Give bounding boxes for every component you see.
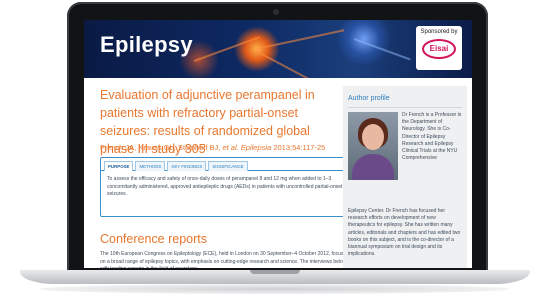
author-portrait [348, 112, 398, 180]
citation: 2013;54:117-25 [273, 143, 326, 152]
tab-purpose[interactable]: PURPOSE [104, 161, 134, 171]
journal-banner: Epilepsy Sponsored by Eisai [84, 20, 472, 78]
conference-reports-heading: Conference reports [100, 232, 208, 246]
conference-reports-text: The 10th European Congress on Epileptolo… [100, 251, 350, 268]
abstract-panel: PURPOSE METHODS KEY FINDINGS SIGNIFICANC… [100, 157, 348, 217]
author-profile-heading: Author profile [348, 95, 390, 102]
portrait-body [352, 154, 394, 180]
tab-methods[interactable]: METHODS [135, 161, 166, 171]
journal-name: Epilepsia [240, 143, 272, 152]
laptop-screen: Epilepsy Sponsored by Eisai Evaluation o… [84, 20, 472, 268]
tab-significance[interactable]: SIGNIFICANCE [208, 161, 248, 171]
laptop-notch [250, 270, 300, 274]
sidebar-divider [348, 107, 462, 108]
author-bio-top: Dr French is a Professor in the Departme… [402, 112, 462, 162]
camera-icon [273, 9, 279, 15]
eisai-logo: Eisai [422, 39, 456, 59]
abstract-tabs: PURPOSE METHODS KEY FINDINGS SIGNIFICANC… [101, 158, 347, 171]
laptop-base [20, 270, 530, 284]
sponsor-label: Sponsored by [420, 29, 458, 35]
authors-et-al: et al. [222, 143, 239, 152]
sponsor-box[interactable]: Sponsored by Eisai [416, 26, 462, 70]
portrait-face [362, 124, 384, 150]
journal-title: Epilepsy [100, 32, 193, 57]
tab-key-findings[interactable]: KEY FINDINGS [167, 161, 207, 171]
article-authors: French JA, Krauss GL, Steinhoff BJ, et a… [100, 143, 350, 152]
laptop-shadow [40, 284, 510, 294]
author-bio-bottom: Epilepsy Center. Dr French has focused h… [348, 208, 461, 258]
author-profile-sidebar: Author profile Dr French is a Professor … [343, 86, 467, 268]
authors-names: French JA, Krauss GL, Steinhoff BJ, [100, 143, 221, 152]
abstract-text: To assess the efficacy and safety of onc… [107, 176, 343, 197]
